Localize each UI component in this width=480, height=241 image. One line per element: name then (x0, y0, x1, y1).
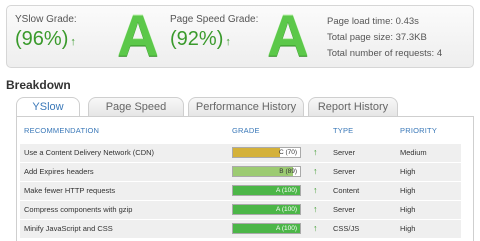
column-header-priority: PRIORITY (400, 126, 438, 135)
grade-bar: C (70) (232, 147, 301, 158)
type-text: CSS/JS (333, 224, 360, 233)
grade-bar-fill (233, 148, 280, 157)
yslow-grade-letter: A (117, 4, 159, 69)
tab-report-history[interactable]: Report History (308, 97, 398, 116)
grade-bar: A (100) (232, 204, 301, 215)
table-row[interactable]: Use a Content Delivery Network (CDN) C (… (20, 144, 461, 162)
type-text: Server (333, 205, 356, 214)
recommendation-text: Add Expires headers (24, 167, 94, 176)
tab-yslow[interactable]: YSlow (16, 97, 80, 117)
grade-text: A (100) (276, 187, 297, 194)
priority-text: High (400, 167, 416, 176)
yslow-grade-label: YSlow Grade: (15, 14, 77, 25)
type-text: Content (333, 186, 360, 195)
column-header-grade: GRADE (232, 126, 260, 135)
up-arrow-icon: ↑ (313, 147, 318, 157)
priority-text: High (400, 205, 416, 214)
pagespeed-grade-label: Page Speed Grade: (170, 14, 259, 25)
table-row[interactable]: Compress components with gzip A (100) ↑ … (20, 201, 461, 219)
grade-text: A (100) (276, 225, 297, 232)
tab-performance-history[interactable]: Performance History (188, 97, 304, 116)
page-load-time: Page load time: 0.43s (327, 16, 419, 27)
grades-summary-panel: YSlow Grade: (96%) ↑ A Page Speed Grade: … (6, 5, 474, 68)
grade-text: C (70) (278, 149, 297, 156)
recommendation-text: Compress components with gzip (24, 205, 133, 214)
priority-text: Medium (400, 148, 427, 157)
page-stats: Page load time: 0.43s Total page size: 3… (327, 14, 442, 62)
pagespeed-grade-percent: (92%) ↑ (170, 28, 231, 50)
table-row[interactable]: Add Expires headers B (89) ↑ Server High (20, 163, 461, 181)
recommendation-text: Use a Content Delivery Network (CDN) (24, 148, 155, 157)
up-arrow-icon: ↑ (313, 223, 318, 233)
grade-bar: A (100) (232, 223, 301, 234)
grade-text: A (100) (276, 206, 297, 213)
total-requests: Total number of requests: 4 (327, 48, 443, 59)
type-text: Server (333, 167, 356, 176)
type-text: Server (333, 148, 356, 157)
recommendation-text: Make fewer HTTP requests (24, 186, 116, 195)
priority-text: High (400, 224, 416, 233)
grade-bar: A (100) (232, 185, 301, 196)
priority-text: High (400, 186, 416, 195)
tab-page-speed[interactable]: Page Speed (88, 97, 184, 116)
table-row[interactable]: Make fewer HTTP requests A (100) ↑ Conte… (20, 182, 461, 200)
up-arrow-icon: ↑ (313, 204, 318, 214)
up-arrow-icon: ↑ (225, 36, 231, 48)
breakdown-title: Breakdown (6, 78, 71, 92)
column-header-recommendation: RECOMMENDATION (24, 126, 100, 135)
pagespeed-grade-letter: A (267, 4, 309, 69)
up-arrow-icon: ↑ (313, 185, 318, 195)
table-row[interactable]: Minify JavaScript and CSS A (100) ↑ CSS/… (20, 220, 461, 238)
grade-bar: B (89) (232, 166, 301, 177)
yslow-grade-percent: (96%) ↑ (15, 28, 76, 50)
total-page-size: Total page size: 37.3KB (327, 32, 427, 43)
column-header-type: TYPE (333, 126, 354, 135)
recommendation-text: Minify JavaScript and CSS (24, 224, 113, 233)
up-arrow-icon: ↑ (70, 36, 76, 48)
grade-text: B (89) (279, 168, 297, 175)
up-arrow-icon: ↑ (313, 166, 318, 176)
